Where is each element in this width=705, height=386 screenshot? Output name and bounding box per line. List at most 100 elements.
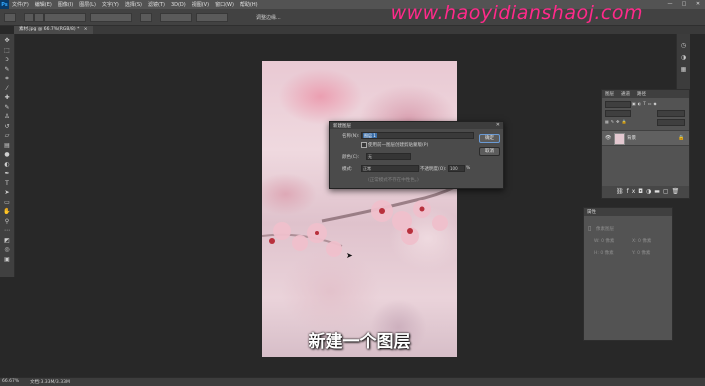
history-panel-icon[interactable]: ◷ [680,42,687,49]
name-input-value: 图层 1 [363,133,377,138]
prop-width: W: 0 像素 [594,239,615,244]
screen-mode-icon[interactable]: ▣ [3,256,11,263]
zoom-icon[interactable]: ⚲ [3,218,11,225]
marquee-icon[interactable]: ⬚ [3,47,11,54]
cancel-button[interactable]: 取消 [479,147,500,156]
prop-height: H: 0 像素 [594,251,614,256]
adjustments-panel-icon[interactable]: ◑ [680,54,687,61]
name-label: 名称(N): [342,134,360,139]
tab-paths[interactable]: 路径 [637,91,646,97]
dialog-close-icon[interactable]: ✕ [496,122,500,128]
properties-panel: 属性 ▯ 像素图层 W: 0 像素 X: 0 像素 H: 0 像素 Y: 0 像… [583,207,673,341]
menu-help[interactable]: 帮助(H) [237,1,261,8]
menu-image[interactable]: 图像(I) [55,1,76,8]
quick-select-icon[interactable]: ✎ [3,66,11,73]
height-field[interactable] [196,13,228,22]
opacity-input[interactable]: 100 [448,165,465,172]
dialog-titlebar [330,122,503,129]
layers-panel: 图层 通道 路径 ▣◐T▭◆ ▦✎✥🔒 👁 背景 🔒 ⛓fx◘◑▬▢🗑 [601,89,690,199]
shape-icon[interactable]: ▭ [3,199,11,206]
lock-icons[interactable]: ▦✎✥🔒 [605,119,628,124]
menu-type[interactable]: 文字(Y) [99,1,122,8]
filter-icons-row: ▣◐T▭◆ [632,101,682,106]
clip-mask-label: 使用前一图层创建剪贴蒙版(P) [368,143,429,148]
crop-icon[interactable]: ⌗ [3,76,11,82]
menu-select[interactable]: 选择(S) [122,1,145,8]
more-tools-icon[interactable]: ⋯ [3,228,11,234]
healing-brush-icon[interactable]: ✚ [3,95,11,101]
close-window-icon[interactable]: ✕ [691,0,705,9]
color-select[interactable]: 无 [366,153,411,160]
ok-button[interactable]: 确定 [479,134,500,143]
path-select-icon[interactable]: ➤ [3,190,11,196]
style-select[interactable] [90,13,132,22]
lasso-icon[interactable]: ↄ [3,57,11,63]
maximize-icon[interactable]: □ [677,0,691,9]
selection-mode-new-icon[interactable] [24,13,34,22]
menu-edit[interactable]: 编辑(E) [32,1,55,8]
menu-3d[interactable]: 3D(D) [168,2,189,8]
visibility-eye-icon[interactable]: 👁 [605,135,611,141]
properties-title[interactable]: 属性 [587,209,596,215]
canvas-image-cherry-blossom[interactable] [262,61,457,357]
name-input[interactable]: 图层 1 [361,132,474,139]
menu-layer[interactable]: 图层(L) [76,1,99,8]
filter-icons[interactable]: ▣◐T▭◆ [632,101,659,106]
color-swatches-icon[interactable]: ◩ [3,237,11,244]
properties-panel-header: 属性 [584,208,672,216]
refine-edge-button[interactable]: 调整边缘... [256,14,281,21]
layers-panel-footer: ⛓fx◘◑▬▢🗑 [602,186,689,198]
neutral-color-note: (正常模式不存在中性色。) [368,178,419,183]
clip-mask-checkbox[interactable] [361,142,367,148]
blur-icon[interactable]: ● [3,152,11,158]
dodge-icon[interactable]: ◐ [3,161,11,168]
tab-channels[interactable]: 通道 [621,91,630,97]
mode-select[interactable]: 正常 [361,165,419,172]
menu-filter[interactable]: 滤镜(T) [145,1,168,8]
close-tab-icon[interactable]: × [84,27,88,32]
hand-icon[interactable]: ✋ [3,209,11,215]
layer-footer-icons[interactable]: ⛓fx◘◑▬▢🗑 [616,188,682,195]
color-select-value: 无 [368,154,372,159]
swatches-panel-icon[interactable]: ▦ [680,66,687,73]
watermark-text: www.haoyidianshaoj.com [390,2,643,24]
menu-file[interactable]: 文件(F) [9,1,32,8]
sample-all-checkbox[interactable] [140,13,152,22]
prop-x: X: 0 像素 [632,239,652,244]
gradient-icon[interactable]: ▤ [3,142,11,149]
clone-stamp-icon[interactable]: ♙ [3,114,11,120]
layer-row-background[interactable]: 👁 背景 🔒 [602,130,689,146]
minimize-icon[interactable]: — [663,0,677,9]
blossom-art [262,184,457,257]
document-tab-label: 素材.jpg @ 66.7%(RGB/8) * [19,27,80,32]
eraser-icon[interactable]: ▱ [3,133,11,139]
history-brush-icon[interactable]: ↺ [3,123,11,130]
layer-name: 背景 [627,136,636,141]
layer-kind-filter[interactable] [605,101,631,108]
new-layer-dialog: 新建图层 ✕ 名称(N): 图层 1 使用前一图层创建剪贴蒙版(P) 颜色(C)… [329,121,504,189]
eyedropper-icon[interactable]: ⁄ [3,85,11,92]
feather-field[interactable] [44,13,86,22]
document-tab[interactable]: 素材.jpg @ 66.7%(RGB/8) * × [14,26,93,34]
zoom-level[interactable]: 66.67% [2,379,19,384]
layer-opacity-field[interactable] [657,110,685,117]
mouse-cursor-icon: ➤ [346,251,353,260]
menu-view[interactable]: 视图(V) [189,1,212,8]
blend-mode-select[interactable] [605,110,631,117]
pen-icon[interactable]: ✒ [3,171,11,177]
type-icon[interactable]: T [3,180,11,187]
layer-fill-field[interactable] [657,119,685,126]
video-caption: 新建一个图层 [308,332,411,352]
quick-mask-icon[interactable]: ◎ [3,247,11,253]
menu-window[interactable]: 窗口(W) [212,1,237,8]
width-field[interactable] [160,13,192,22]
tool-preset-picker[interactable] [4,13,16,22]
tab-layers[interactable]: 图层 [605,91,614,97]
tools-panel: ✥ ⬚ ↄ ✎ ⌗ ⁄ ✚ ✎ ♙ ↺ ▱ ▤ ● ◐ ✒ T ➤ ▭ ✋ ⚲ ⋯ ◩ ◎ ▣ [0,34,15,277]
brush-icon[interactable]: ✎ [3,104,11,111]
document-tab-bar [14,26,705,34]
document-size-info: 文档:3.33M/3.33M [30,380,70,385]
opacity-input-value: 100 [450,166,458,171]
selection-mode-add-icon[interactable] [34,13,44,22]
move-icon[interactable]: ✥ [3,38,11,44]
